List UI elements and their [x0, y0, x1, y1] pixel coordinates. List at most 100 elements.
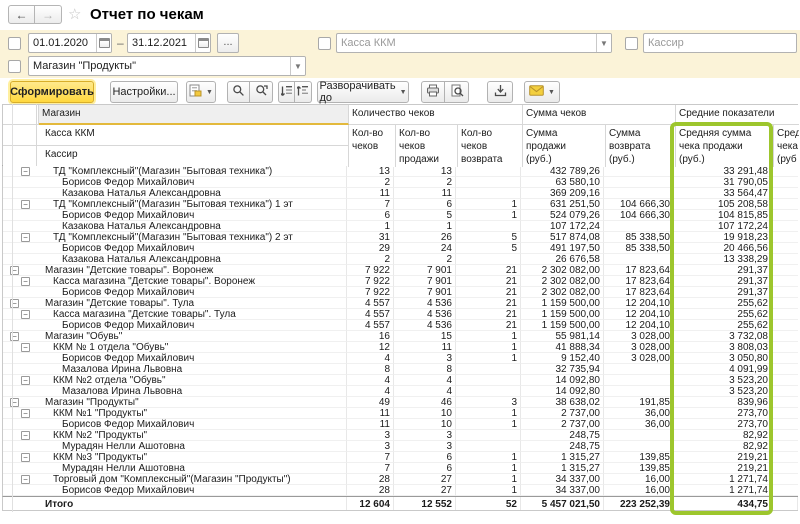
collapse-group-icon[interactable]: − [21, 310, 30, 319]
table-row[interactable]: −ТД "Комплексный"(Магазин "Бытовая техни… [3, 232, 798, 243]
collapse-group-icon[interactable]: − [21, 376, 30, 385]
chevron-down-icon[interactable]: ▼ [596, 34, 611, 52]
report-variants-button[interactable]: ▼ [186, 81, 216, 103]
cell-qty_return [456, 188, 521, 199]
total-row[interactable]: Итого 12 604 12 552 52 5 457 021,50 223 … [2, 496, 798, 511]
table-row[interactable]: −ККМ № 1 отдела "Обувь"1211141 888,343 0… [3, 342, 798, 353]
table-row[interactable]: −Магазин "Обувь"1615155 981,143 028,003 … [3, 331, 798, 342]
header-col-avg-return[interactable]: Сред чека (руб [774, 125, 799, 167]
header-group-sums[interactable]: Сумма чеков [523, 105, 676, 125]
collapse-group-icon[interactable]: − [21, 431, 30, 440]
expand-groups-button[interactable] [295, 81, 312, 103]
header-col-qty[interactable]: Кол-во чеков [349, 125, 396, 167]
table-row[interactable]: −Магазин "Детские товары". Тула4 5574 53… [3, 298, 798, 309]
table-row[interactable]: Казакова Наталья Александровна1111369 20… [3, 188, 798, 199]
table-row[interactable]: Мазалова Ирина Львовна8832 735,944 091,9… [3, 364, 798, 375]
header-corner-cell [3, 105, 39, 125]
table-row[interactable]: Борисов Федор Михайлович4 5574 536211 15… [3, 320, 798, 331]
search-next-button[interactable] [250, 81, 273, 103]
row-label: Магазин "Продукты" [3, 397, 139, 408]
cell-qty_return: 3 [456, 397, 521, 408]
collapse-group-icon[interactable]: − [21, 343, 30, 352]
header-col-avg-sale[interactable]: Средняя сумма чека продажи (руб.) [676, 125, 774, 167]
kkm-combo[interactable]: Касса ККМ ▼ [336, 33, 612, 53]
calendar-icon[interactable] [96, 34, 111, 52]
collapse-groups-button[interactable] [278, 81, 295, 103]
table-row[interactable]: Мурадян Нелли Ашотовна33248,7582,92 [3, 441, 798, 452]
table-row[interactable]: Казакова Наталья Александровна11107 172,… [3, 221, 798, 232]
period-checkbox[interactable] [8, 37, 21, 50]
header-group-qty[interactable]: Количество чеков [349, 105, 523, 125]
cashier-combo[interactable]: Кассир [643, 33, 797, 53]
favorite-star-icon[interactable]: ☆ [68, 5, 81, 23]
settings-button[interactable]: Настройки... [110, 81, 178, 103]
collapse-group-icon[interactable]: − [21, 475, 30, 484]
table-row[interactable]: −Торговый дом "Комплексный"(Магазин "Про… [3, 474, 798, 485]
cell-qty: 28 [347, 474, 394, 485]
date-to-field[interactable]: 31.12.2021 [127, 33, 211, 53]
send-mail-button[interactable]: ▼ [524, 81, 560, 103]
table-row[interactable]: −Магазин "Продукты"4946338 638,02191,858… [3, 397, 798, 408]
kkm-checkbox[interactable] [318, 37, 331, 50]
table-row[interactable]: Борисов Федор Михайлович4319 152,403 028… [3, 353, 798, 364]
expand-to-button[interactable]: Разворачивать до▼ [317, 81, 409, 103]
save-file-button[interactable] [487, 81, 513, 103]
table-row[interactable]: Мурадян Нелли Ашотовна7611 315,27139,852… [3, 463, 798, 474]
table-row[interactable]: −ТД "Комплексный"(Магазин "Бытовая техни… [3, 199, 798, 210]
print-preview-button[interactable] [445, 81, 469, 103]
header-cashier[interactable]: Кассир [3, 146, 349, 167]
table-row[interactable]: −Магазин "Детские товары". Воронеж7 9227… [3, 265, 798, 276]
table-row[interactable]: Борисов Федор Михайлович651524 079,26104… [3, 210, 798, 221]
table-row[interactable]: −Касса магазина "Детские товары". Вороне… [3, 276, 798, 287]
cell-avg_sale: 255,62 [674, 309, 772, 320]
table-row[interactable]: Борисов Федор Михайлович7 9227 901212 30… [3, 287, 798, 298]
cell-avg_sale: 82,92 [674, 441, 772, 452]
table-row[interactable]: Казакова Наталья Александровна2226 676,5… [3, 254, 798, 265]
period-more-button[interactable]: ... [217, 33, 239, 53]
table-row[interactable]: Борисов Федор Михайлович2827134 337,0016… [3, 485, 798, 496]
calendar-icon[interactable] [195, 34, 210, 52]
total-avg-sale: 434,75 [674, 497, 772, 510]
total-qty: 12 604 [347, 497, 394, 510]
date-from-field[interactable]: 01.01.2020 [28, 33, 112, 53]
collapse-group-icon[interactable]: − [21, 233, 30, 242]
back-button[interactable]: ← [8, 5, 35, 24]
table-row[interactable]: −ККМ №2 "Продукты"33248,7582,92 [3, 430, 798, 441]
collapse-group-icon[interactable]: − [21, 200, 30, 209]
header-col-sum-return[interactable]: Сумма возврата (руб.) [606, 125, 676, 167]
header-col-qty-return[interactable]: Кол-во чеков возврата [458, 125, 523, 167]
table-row[interactable]: −ККМ №2 отдела "Обувь"4414 092,803 523,2… [3, 375, 798, 386]
table-row[interactable]: Борисов Федор Михайлович2263 580,1031 79… [3, 177, 798, 188]
cell-avg_return [772, 287, 798, 298]
table-row[interactable]: Борисов Федор Михайлович111012 737,0036,… [3, 419, 798, 430]
cashier-checkbox[interactable] [625, 37, 638, 50]
header-group-avg[interactable]: Средние показатели [676, 105, 799, 125]
table-row[interactable]: Борисов Федор Михайлович29245491 197,508… [3, 243, 798, 254]
chevron-down-icon[interactable]: ▼ [290, 57, 305, 75]
generate-button[interactable]: Сформировать [10, 81, 94, 103]
collapse-group-icon[interactable]: − [21, 277, 30, 286]
row-label-cell: Казакова Наталья Александровна [3, 188, 347, 199]
table-row[interactable]: Мазалова Ирина Львовна4414 092,803 523,2… [3, 386, 798, 397]
table-row[interactable]: −ККМ №3 "Продукты"7611 315,27139,85219,2… [3, 452, 798, 463]
header-kkm[interactable]: Касса ККМ [3, 125, 349, 146]
header-col-qty-sale[interactable]: Кол-во чеков продажи [396, 125, 458, 167]
collapse-group-icon[interactable]: − [21, 409, 30, 418]
forward-button[interactable]: → [35, 5, 62, 24]
store-checkbox[interactable] [8, 60, 21, 73]
collapse-group-icon[interactable]: − [21, 167, 30, 176]
row-label: Магазин "Детские товары". Воронеж [3, 265, 213, 276]
list-expand-icon [297, 85, 309, 100]
row-label: Мазалова Ирина Львовна [3, 364, 182, 375]
row-label: Мурадян Нелли Ашотовна [3, 463, 185, 474]
collapse-group-icon[interactable]: − [21, 453, 30, 462]
header-store[interactable]: Магазин [39, 105, 349, 125]
cell-sum_sale: 524 079,26 [521, 210, 604, 221]
table-row[interactable]: −ККМ №1 "Продукты"111012 737,0036,00273,… [3, 408, 798, 419]
search-button[interactable] [227, 81, 250, 103]
table-row[interactable]: −Касса магазина "Детские товары". Тула4 … [3, 309, 798, 320]
header-col-sum-sale[interactable]: Сумма продажи (руб.) [523, 125, 606, 167]
store-combo[interactable]: Магазин "Продукты" ▼ [28, 56, 306, 76]
print-button[interactable] [421, 81, 445, 103]
table-row[interactable]: −ТД "Комплексный"(Магазин "Бытовая техни… [3, 166, 798, 177]
